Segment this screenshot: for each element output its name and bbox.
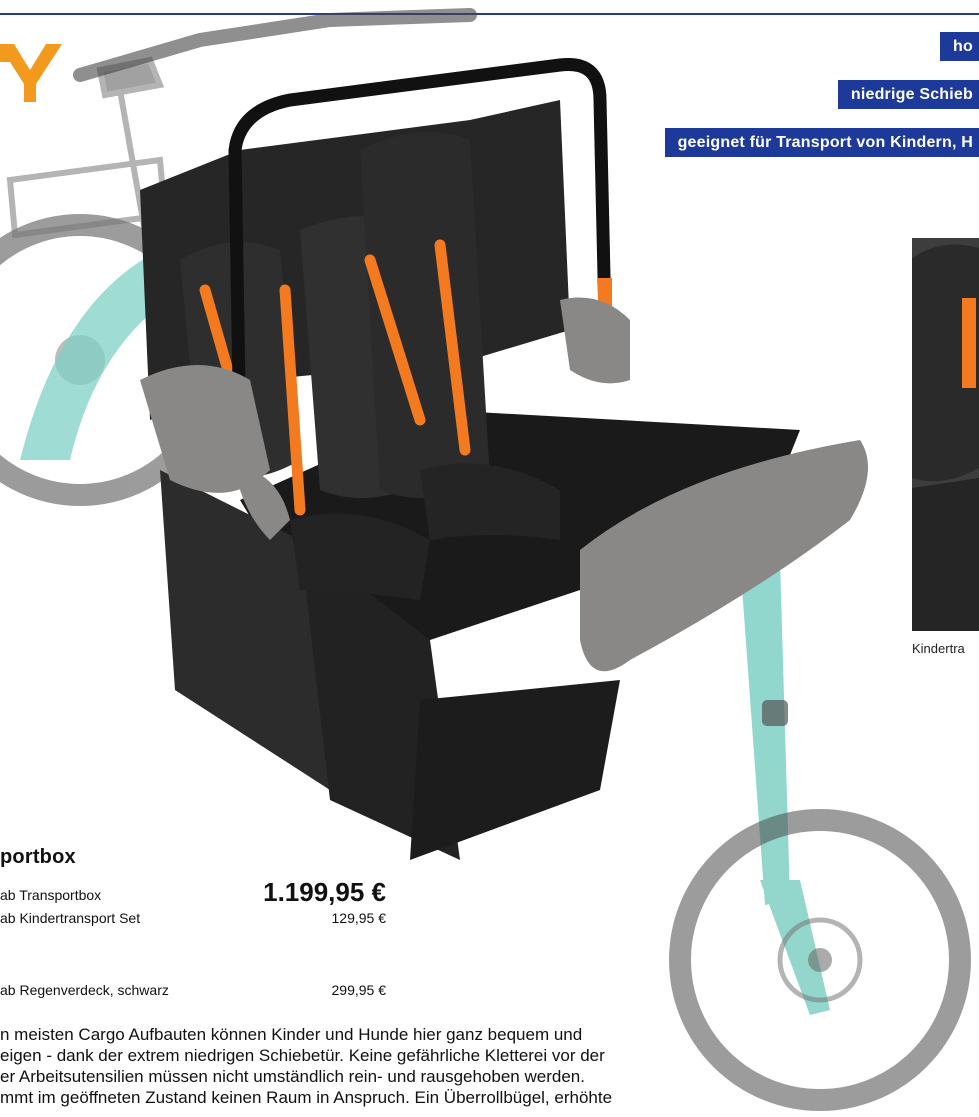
price-row-label: ab Regenverdeck, schwarz — [0, 982, 169, 998]
description-text: n meisten Cargo Aufbauten können Kinder … — [0, 1024, 700, 1108]
price-row-price: 1.199,95 € — [263, 877, 386, 907]
feature-tag-3: geeignet für Transport von Kindern, H — [664, 128, 979, 157]
description-line: eigen - dank der extrem niedrigen Schieb… — [0, 1046, 605, 1065]
feature-tag-2: niedrige Schieb — [837, 80, 979, 109]
product-heading: portbox — [0, 846, 76, 868]
price-row-label: ab Transportbox — [0, 887, 102, 903]
description-line: er Arbeitsutensilien müssen nicht umstän… — [0, 1067, 585, 1086]
detail-caption: Kindertra — [912, 641, 965, 656]
detail-photo-image — [912, 238, 979, 631]
price-row-price: 129,95 € — [331, 910, 387, 926]
front-fork — [740, 560, 830, 1015]
description-line: n meisten Cargo Aufbauten können Kinder … — [0, 1025, 583, 1044]
front-wheel — [669, 809, 971, 1111]
detail-photo — [912, 238, 979, 631]
price-row-price: 299,95 € — [331, 982, 387, 998]
feature-tag-1: ho — [940, 32, 979, 61]
price-row-label: ab Kindertransport Set — [0, 910, 141, 926]
description-line: mmt im geöffneten Zustand keinen Raum in… — [0, 1088, 613, 1107]
headlight — [762, 700, 788, 726]
box-door — [410, 680, 620, 860]
cargo-bike-image — [0, 8, 971, 1111]
